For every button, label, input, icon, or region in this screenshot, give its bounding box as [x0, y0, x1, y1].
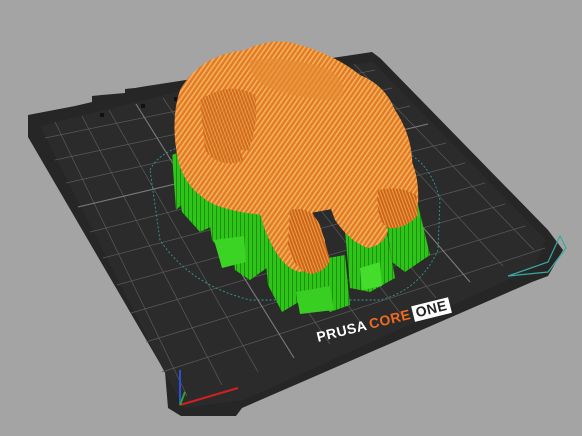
3d-viewport[interactable]: PRUSA CORE ONE: [0, 0, 582, 436]
